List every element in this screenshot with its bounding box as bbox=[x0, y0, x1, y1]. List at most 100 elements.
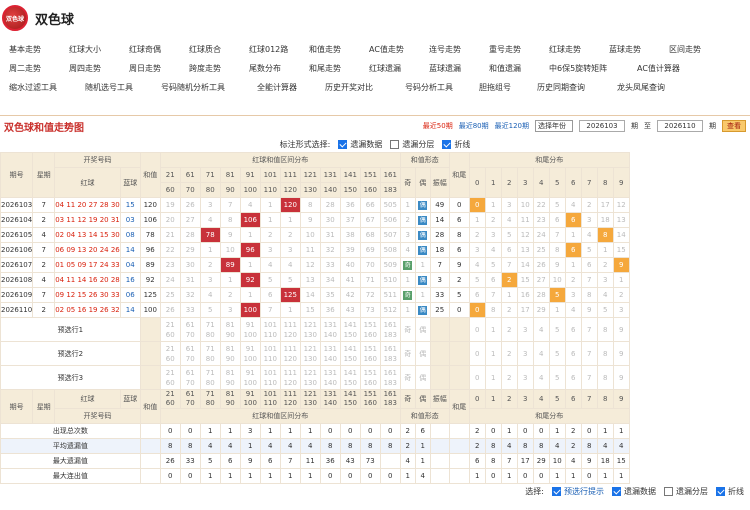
preselect-digit[interactable]: 1 bbox=[484, 365, 502, 390]
from-period-input[interactable]: 2026103 bbox=[579, 120, 625, 132]
preselect-range[interactable]: 141 150 bbox=[339, 365, 361, 390]
preselect-row[interactable]: 预选行1 21 60 61 70 71 80 81 90 91 100 101 110 111 120 121… bbox=[0, 317, 630, 342]
preselect-range[interactable]: 161 183 bbox=[379, 317, 401, 342]
nav-link[interactable]: 龙头凤尾查询 bbox=[617, 82, 697, 93]
nav-link[interactable]: 周四走势 bbox=[69, 63, 129, 74]
nav-link[interactable]: 红球012路 bbox=[249, 44, 309, 55]
preselect-range[interactable]: 71 80 bbox=[199, 365, 221, 390]
preselect-digit[interactable]: 1 bbox=[484, 317, 502, 342]
preselect-even[interactable]: 偶 bbox=[414, 365, 431, 390]
nav-link[interactable]: 红球质合 bbox=[189, 44, 249, 55]
option-line[interactable]: 折线 bbox=[442, 139, 470, 150]
preselect-range[interactable]: 61 70 bbox=[179, 341, 201, 366]
preselect-range[interactable]: 141 150 bbox=[339, 341, 361, 366]
checkbox-icon[interactable] bbox=[664, 486, 673, 496]
preselect-digit[interactable]: 5 bbox=[548, 317, 566, 342]
preselect-digit[interactable]: 0 bbox=[468, 365, 486, 390]
preselect-range[interactable]: 91 100 bbox=[239, 365, 261, 390]
preselect-digit[interactable]: 8 bbox=[596, 341, 614, 366]
preselect-range[interactable]: 131 140 bbox=[319, 341, 341, 366]
preselect-digit[interactable]: 6 bbox=[564, 341, 582, 366]
nav-link[interactable]: 红球大小 bbox=[69, 44, 129, 55]
preselect-digit[interactable]: 9 bbox=[612, 365, 630, 390]
preselect-odd[interactable]: 奇 bbox=[399, 365, 416, 390]
nav-link[interactable]: 全能计算器 bbox=[257, 82, 325, 93]
preselect-range[interactable]: 21 60 bbox=[159, 341, 181, 366]
nav-link[interactable]: 历史开奖对比 bbox=[325, 82, 405, 93]
nav-link[interactable]: 和值走势 bbox=[309, 44, 369, 55]
preselect-range[interactable]: 111 120 bbox=[279, 317, 301, 342]
preselect-digit[interactable]: 7 bbox=[580, 341, 598, 366]
query-button[interactable]: 查看 bbox=[722, 120, 746, 132]
preselect-range[interactable]: 21 60 bbox=[159, 317, 181, 342]
preselect-digit[interactable]: 8 bbox=[596, 365, 614, 390]
preselect-digit[interactable]: 3 bbox=[516, 341, 534, 366]
nav-link[interactable]: 蓝球遗漏 bbox=[429, 63, 489, 74]
nav-link[interactable]: 跨度走势 bbox=[189, 63, 249, 74]
preselect-range[interactable]: 141 150 bbox=[339, 317, 361, 342]
preselect-range[interactable]: 161 183 bbox=[379, 365, 401, 390]
recent-120-link[interactable]: 最近120期 bbox=[495, 121, 529, 131]
nav-link[interactable]: 和尾走势 bbox=[309, 63, 369, 74]
footer-opt-line[interactable]: 折线 bbox=[716, 486, 744, 497]
nav-link[interactable]: 尾数分布 bbox=[249, 63, 309, 74]
nav-link[interactable]: 号码随机分析工具 bbox=[161, 82, 257, 93]
preselect-digit[interactable]: 7 bbox=[580, 365, 598, 390]
preselect-even[interactable]: 偶 bbox=[414, 317, 431, 342]
nav-link[interactable]: 红球奇偶 bbox=[129, 44, 189, 55]
nav-link[interactable]: 区间走势 bbox=[669, 44, 729, 55]
preselect-digit[interactable]: 8 bbox=[596, 317, 614, 342]
preselect-digit[interactable]: 3 bbox=[516, 317, 534, 342]
recent-80-link[interactable]: 最近80期 bbox=[459, 121, 489, 131]
preselect-digit[interactable]: 0 bbox=[468, 341, 486, 366]
preselect-digit[interactable]: 6 bbox=[564, 317, 582, 342]
preselect-range[interactable]: 151 160 bbox=[359, 365, 381, 390]
preselect-digit[interactable]: 7 bbox=[580, 317, 598, 342]
preselect-range[interactable]: 161 183 bbox=[379, 341, 401, 366]
preselect-range[interactable]: 151 160 bbox=[359, 317, 381, 342]
preselect-digit[interactable]: 3 bbox=[516, 365, 534, 390]
preselect-range[interactable]: 151 160 bbox=[359, 341, 381, 366]
to-period-input[interactable]: 2026110 bbox=[657, 120, 703, 132]
preselect-range[interactable]: 111 120 bbox=[279, 341, 301, 366]
year-select[interactable]: 选择年份 bbox=[535, 120, 573, 132]
nav-link[interactable]: AC值走势 bbox=[369, 44, 429, 55]
preselect-range[interactable]: 121 130 bbox=[299, 341, 321, 366]
preselect-range[interactable]: 81 90 bbox=[219, 365, 241, 390]
nav-link[interactable]: 中6保5旋转矩阵 bbox=[549, 63, 637, 74]
preselect-row[interactable]: 预选行3 21 60 61 70 71 80 81 90 91 100 101 110 111 120 121… bbox=[0, 365, 630, 390]
preselect-range[interactable]: 131 140 bbox=[319, 365, 341, 390]
preselect-range[interactable]: 21 60 bbox=[159, 365, 181, 390]
nav-link[interactable]: 红球走势 bbox=[549, 44, 609, 55]
footer-opt-layer[interactable]: 遗漏分层 bbox=[664, 486, 708, 497]
option-missing-layer[interactable]: 遗漏分层 bbox=[390, 139, 434, 150]
nav-link[interactable]: 周二走势 bbox=[9, 63, 69, 74]
preselect-digit[interactable]: 4 bbox=[532, 317, 550, 342]
preselect-digit[interactable]: 5 bbox=[548, 341, 566, 366]
preselect-odd[interactable]: 奇 bbox=[399, 341, 416, 366]
nav-link[interactable]: 红球遗漏 bbox=[369, 63, 429, 74]
preselect-range[interactable]: 101 110 bbox=[259, 365, 281, 390]
site-logo-icon[interactable]: 双色球 bbox=[2, 5, 28, 31]
preselect-range[interactable]: 121 130 bbox=[299, 365, 321, 390]
preselect-range[interactable]: 121 130 bbox=[299, 317, 321, 342]
preselect-digit[interactable]: 9 bbox=[612, 341, 630, 366]
preselect-digit[interactable]: 2 bbox=[500, 317, 518, 342]
nav-link[interactable]: 重号走势 bbox=[489, 44, 549, 55]
nav-link[interactable]: 和值遗漏 bbox=[489, 63, 549, 74]
preselect-range[interactable]: 61 70 bbox=[179, 317, 201, 342]
preselect-range[interactable]: 81 90 bbox=[219, 341, 241, 366]
preselect-digit[interactable]: 1 bbox=[484, 341, 502, 366]
nav-link[interactable]: 连号走势 bbox=[429, 44, 489, 55]
preselect-digit[interactable]: 2 bbox=[500, 365, 518, 390]
preselect-row[interactable]: 预选行2 21 60 61 70 71 80 81 90 91 100 101 110 111 120 121… bbox=[0, 341, 630, 366]
preselect-range[interactable]: 131 140 bbox=[319, 317, 341, 342]
preselect-range[interactable]: 101 110 bbox=[259, 341, 281, 366]
checkbox-icon[interactable] bbox=[552, 486, 561, 496]
nav-link[interactable]: 缩水过滤工具 bbox=[9, 82, 85, 93]
preselect-range[interactable]: 111 120 bbox=[279, 365, 301, 390]
nav-link[interactable]: 基本走势 bbox=[9, 44, 69, 55]
preselect-digit[interactable]: 4 bbox=[532, 341, 550, 366]
checkbox-icon[interactable] bbox=[390, 139, 400, 149]
nav-link[interactable]: 号码分析工具 bbox=[405, 82, 479, 93]
